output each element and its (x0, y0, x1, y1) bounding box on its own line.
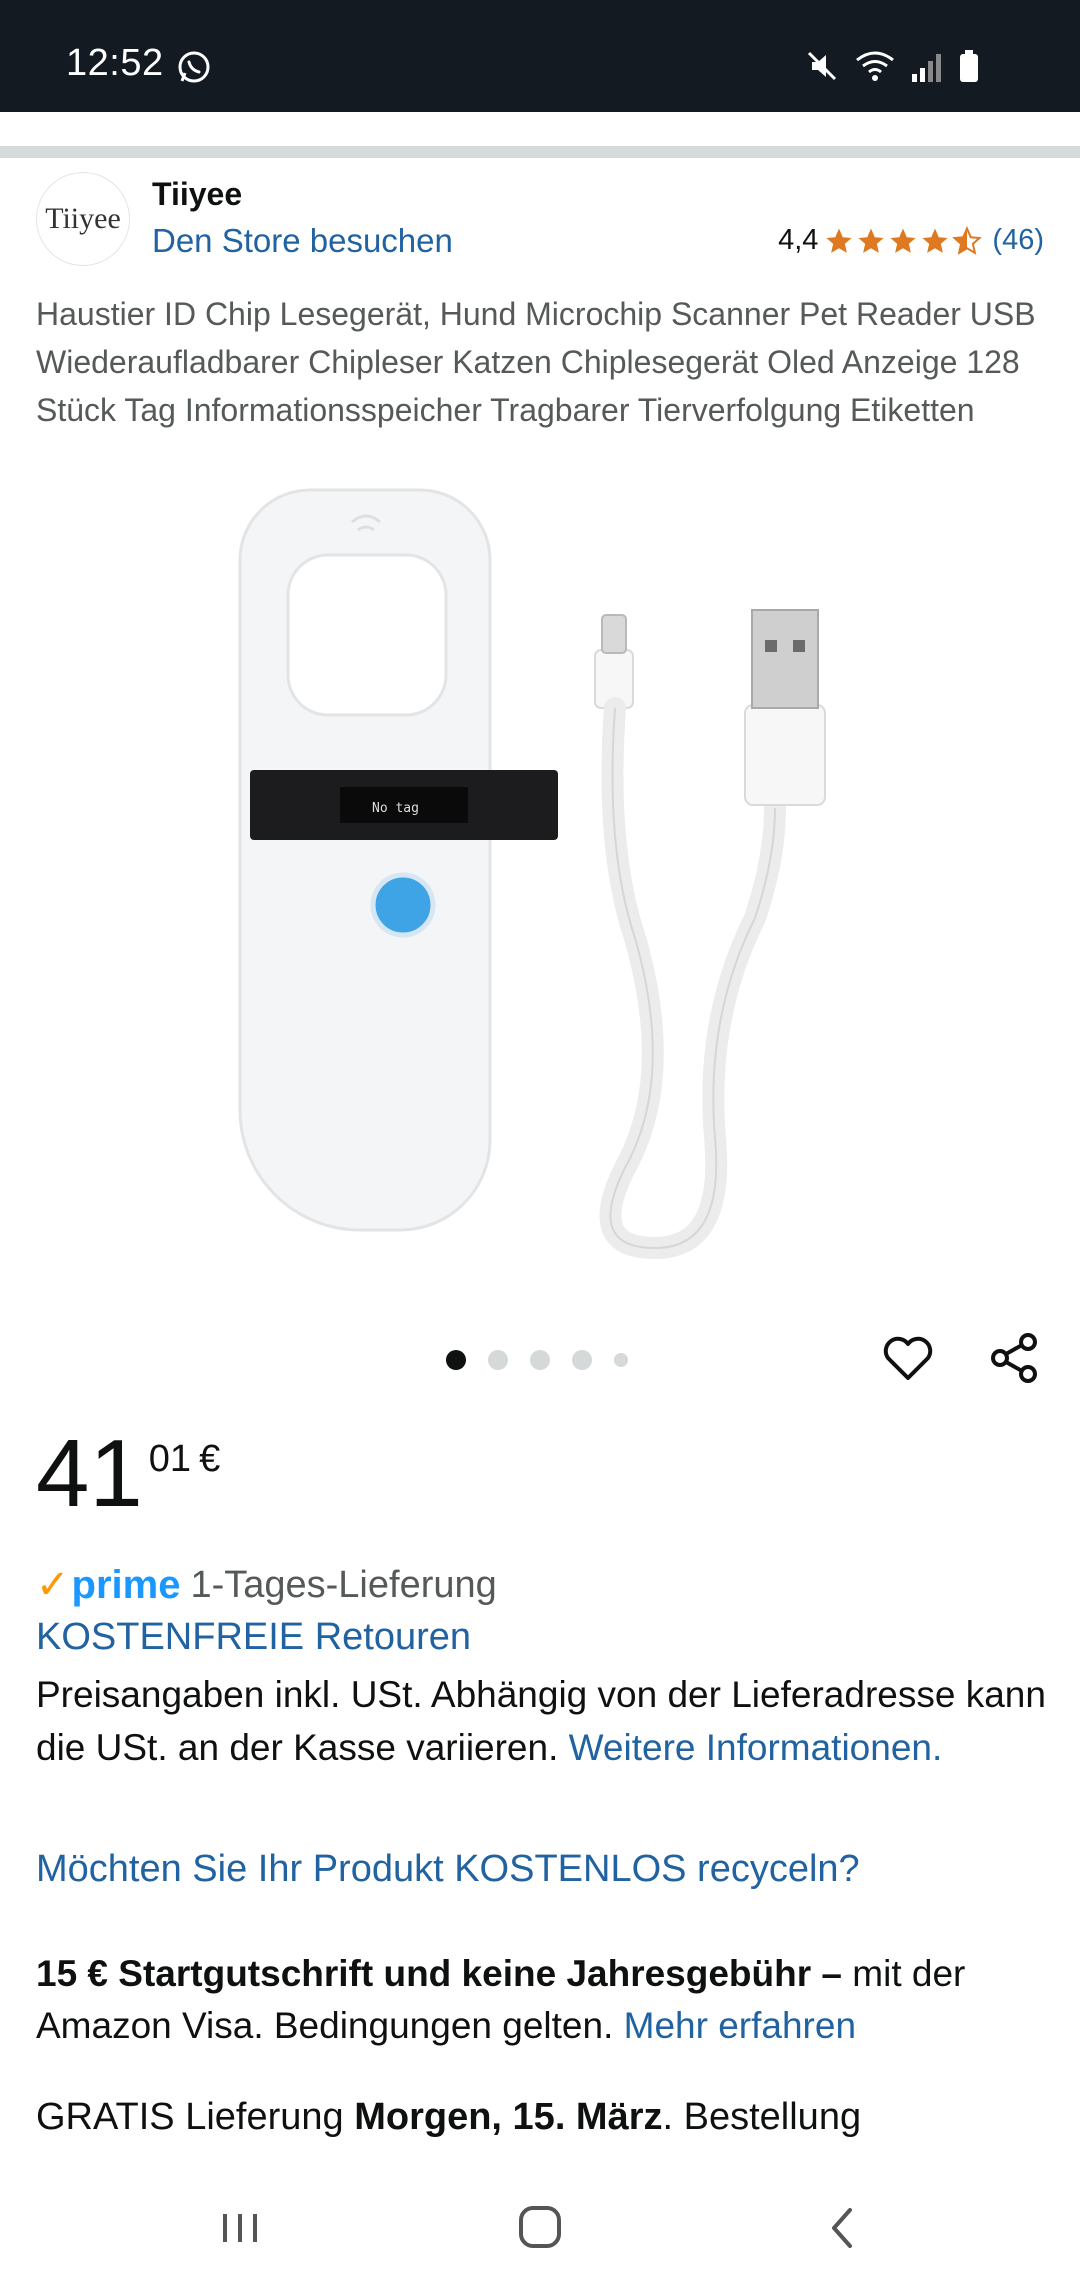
brand-logo[interactable]: Tiiyee (36, 172, 130, 266)
mute-icon (807, 51, 837, 81)
recent-apps-icon[interactable] (205, 2200, 275, 2256)
product-title: Haustier ID Chip Lesegerät, Hund Microch… (36, 296, 1036, 428)
tax-note: Preisangaben inkl. USt. Abhängig von der… (36, 1668, 1046, 1774)
rating-stars (824, 225, 983, 256)
price-currency: € (199, 1438, 221, 1480)
delivery-suffix: . Bestellung (662, 2096, 862, 2138)
brand-name: Tiiyee (152, 176, 243, 212)
product-image[interactable]: No tag (220, 480, 860, 1260)
price: 41 01 € (36, 1424, 220, 1524)
prime-check-icon: ✓ (36, 1563, 70, 1607)
pagination-dot[interactable] (572, 1350, 592, 1370)
image-pagination (446, 1350, 628, 1370)
whatsapp-icon (178, 51, 210, 83)
pagination-dot[interactable] (614, 1353, 628, 1367)
delivery-date: Morgen, 15. März (354, 2096, 663, 2138)
star-icon (922, 228, 948, 253)
wifi-icon (856, 51, 894, 81)
visit-store-link[interactable]: Den Store besuchen (152, 222, 453, 260)
recycle-link[interactable]: Möchten Sie Ihr Produkt KOSTENLOS recyce… (36, 1848, 860, 1891)
status-time: 12:52 (66, 42, 164, 84)
rating-value: 4,4 (778, 224, 819, 256)
status-bar: 12:52 (0, 0, 1080, 112)
price-whole: 41 (36, 1420, 143, 1527)
rating[interactable]: 4,4 (46) (778, 224, 1044, 257)
top-strip (0, 112, 1080, 158)
star-icon (858, 228, 884, 253)
battery-icon (960, 50, 978, 82)
signal-icon (912, 54, 941, 82)
pagination-dot[interactable] (488, 1350, 508, 1370)
brand-logo-text: Tiiyee (45, 202, 121, 235)
system-navigation-bar (0, 2172, 1080, 2280)
delivery-prefix: GRATIS Lieferung (36, 2096, 344, 2138)
more-info-link[interactable]: Weitere Informationen. (569, 1727, 943, 1768)
star-icon (890, 228, 916, 253)
share-icon[interactable] (984, 1328, 1044, 1388)
pagination-dot[interactable] (446, 1350, 466, 1370)
heart-icon[interactable] (878, 1328, 938, 1388)
home-icon[interactable] (505, 2200, 575, 2256)
visa-offer: 15 € Startgutschrift und keine Jahresgeb… (36, 1948, 1046, 2052)
learn-more-link[interactable]: Mehr erfahren (624, 2005, 856, 2046)
half-star-icon (952, 225, 983, 255)
visa-offer-bold: 15 € Startgutschrift und keine Jahresgeb… (36, 1953, 842, 1994)
rating-count[interactable]: (46) (992, 224, 1044, 257)
device-screen-text: No tag (372, 801, 419, 816)
prime-delivery: ✓ prime 1-Tages-Lieferung (36, 1562, 497, 1608)
star-icon (826, 228, 852, 253)
free-returns-link[interactable]: KOSTENFREIE Retouren (36, 1616, 471, 1659)
status-icons (804, 48, 980, 84)
price-cents: 01 (148, 1438, 192, 1480)
pagination-dot[interactable] (530, 1350, 550, 1370)
prime-logo-text: prime (71, 1562, 181, 1607)
prime-logo: ✓ prime (36, 1562, 180, 1608)
prime-delivery-text: 1-Tages-Lieferung (190, 1563, 497, 1606)
back-icon[interactable] (808, 2200, 878, 2256)
delivery-info: GRATIS Lieferung Morgen, 15. März. Beste… (36, 2096, 861, 2139)
